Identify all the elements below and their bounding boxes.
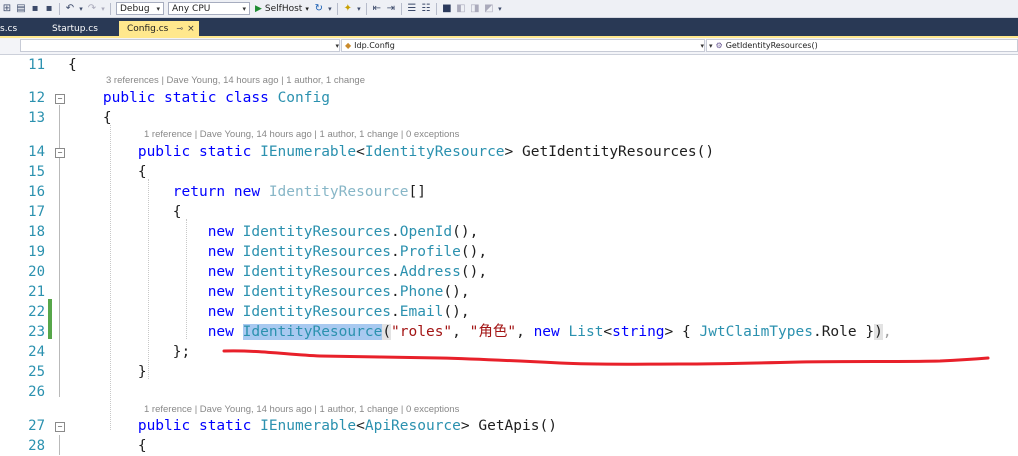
pin-icon[interactable]: ⊸ (176, 24, 183, 33)
annotation-stroke (222, 349, 990, 366)
redo-dropdown-icon[interactable]: ▾ (99, 5, 107, 13)
solution-platform-dropdown[interactable]: Any CPU ▾ (168, 2, 250, 15)
open-folder-icon[interactable]: ▤ (14, 3, 28, 14)
save-icon[interactable]: ▪ (28, 3, 42, 14)
navigation-bar: ▾ ◆ Idp.Config ▾ ▾ ⚙ GetIdentityResource… (0, 38, 1018, 55)
toolbar-divider (365, 2, 367, 15)
close-icon[interactable]: × (187, 24, 195, 34)
undo-icon[interactable]: ↶ (63, 3, 77, 14)
chevron-down-icon: ▾ (700, 41, 704, 50)
chevron-down-icon: ▾ (335, 41, 339, 50)
tab-label: Startup.cs (52, 23, 98, 34)
start-debugging-button[interactable]: ▶ SelfHost ▾ (255, 4, 309, 14)
hot-reload-icon[interactable]: ✦ (341, 3, 355, 14)
new-item-icon[interactable]: ⊞ (0, 3, 14, 14)
chevron-down-icon: ▾ (242, 4, 246, 13)
outdent-icon[interactable]: ⇤ (370, 3, 384, 14)
member-dropdown-value: GetIdentityResources() (725, 41, 818, 50)
toolbar-divider (59, 2, 60, 15)
solution-configuration-dropdown[interactable]: Debug ▾ (116, 2, 164, 15)
save-all-icon[interactable]: ▪ (42, 3, 56, 14)
member-dropdown[interactable]: ▾ ⚙ GetIdentityResources() (706, 39, 1018, 52)
chevron-down-icon: ▾ (305, 4, 309, 13)
uncomment-icon[interactable]: ☷ (419, 3, 433, 14)
bookmark-icon[interactable]: ■ (440, 3, 454, 14)
chevron-down-icon: ▾ (156, 4, 160, 13)
customize-toolbar-icon[interactable]: ▾ (496, 5, 504, 13)
solution-platform-value: Any CPU (172, 3, 211, 14)
toolbar-divider (435, 2, 437, 15)
toolbar-divider (110, 2, 111, 15)
type-dropdown-value: Idp.Config (354, 41, 395, 50)
code-editor[interactable]: 11 { 3 references | Dave Young, 14 hours… (0, 55, 1018, 455)
class-icon: ◆ (345, 41, 352, 50)
red-underline-annotation (222, 349, 990, 366)
tab-startup[interactable]: Startup.cs (44, 21, 119, 36)
tab-label: s.cs (0, 23, 18, 34)
next-bookmark-icon[interactable]: ◨ (468, 3, 482, 14)
tab-partial[interactable]: s.cs (0, 21, 44, 36)
refresh-icon[interactable]: ↻ (312, 3, 326, 14)
play-icon: ▶ (255, 3, 262, 14)
type-dropdown[interactable]: ◆ Idp.Config ▾ (341, 39, 705, 52)
main-toolbar: ⊞ ▤ ▪ ▪ ↶ ▾ ↷ ▾ Debug ▾ Any CPU ▾ ▶ Self… (0, 0, 1018, 18)
toolbar-divider (400, 2, 402, 15)
method-icon: ⚙ (715, 41, 723, 50)
refresh-dropdown-icon[interactable]: ▾ (326, 5, 334, 13)
solution-configuration-value: Debug (120, 3, 150, 14)
prev-bookmark-icon[interactable]: ◧ (454, 3, 468, 14)
clear-bookmarks-icon[interactable]: ◩ (482, 3, 496, 14)
toolbar-divider (336, 2, 338, 15)
undo-dropdown-icon[interactable]: ▾ (77, 5, 85, 13)
run-target-label: SelfHost (264, 3, 303, 14)
document-tab-strip: s.cs Startup.cs Config.cs ⊸ × (0, 18, 1018, 36)
comment-icon[interactable]: ☰ (405, 3, 419, 14)
overflow-icon[interactable]: ▾ (355, 5, 363, 13)
project-dropdown[interactable]: ▾ (20, 39, 340, 52)
indent-icon[interactable]: ⇥ (384, 3, 398, 14)
tab-config[interactable]: Config.cs ⊸ × (119, 21, 199, 36)
chevron-down-icon: ▾ (709, 41, 713, 50)
tab-label: Config.cs (127, 23, 169, 34)
redo-icon[interactable]: ↷ (85, 3, 99, 14)
